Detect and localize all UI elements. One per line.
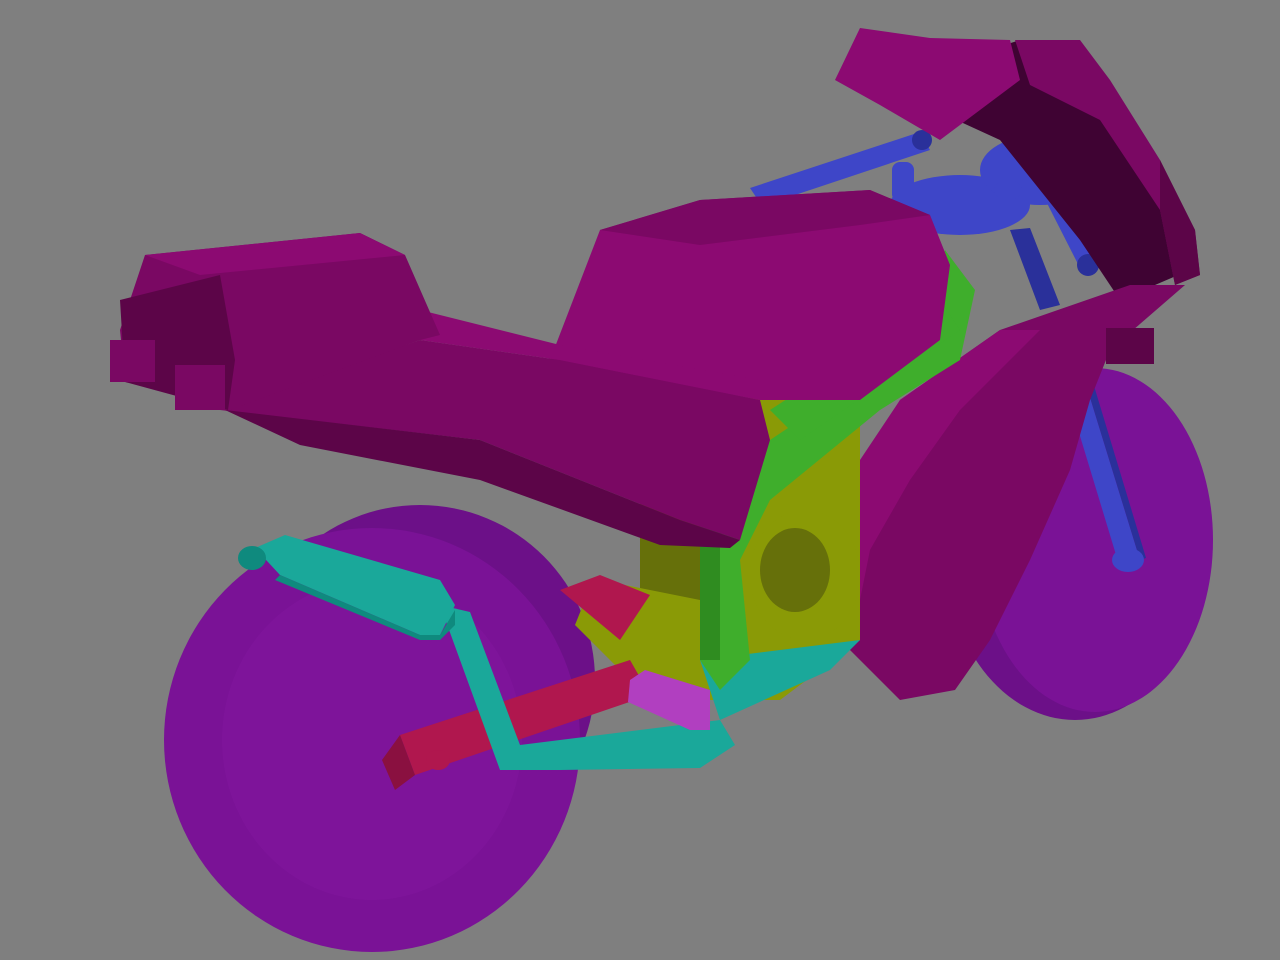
mirror-stub [1106,328,1154,364]
engine-clutch-cover-inner [760,528,830,612]
tail-light-block-left [110,340,155,382]
tail-light-block-right [175,365,225,410]
rear-axle-nut [426,750,450,770]
front-axle-cap [1112,548,1144,572]
fork-top-post [892,162,914,202]
exhaust-tip [238,546,266,570]
fork-knob [994,180,1022,200]
motorcycle-scene [0,0,1280,960]
